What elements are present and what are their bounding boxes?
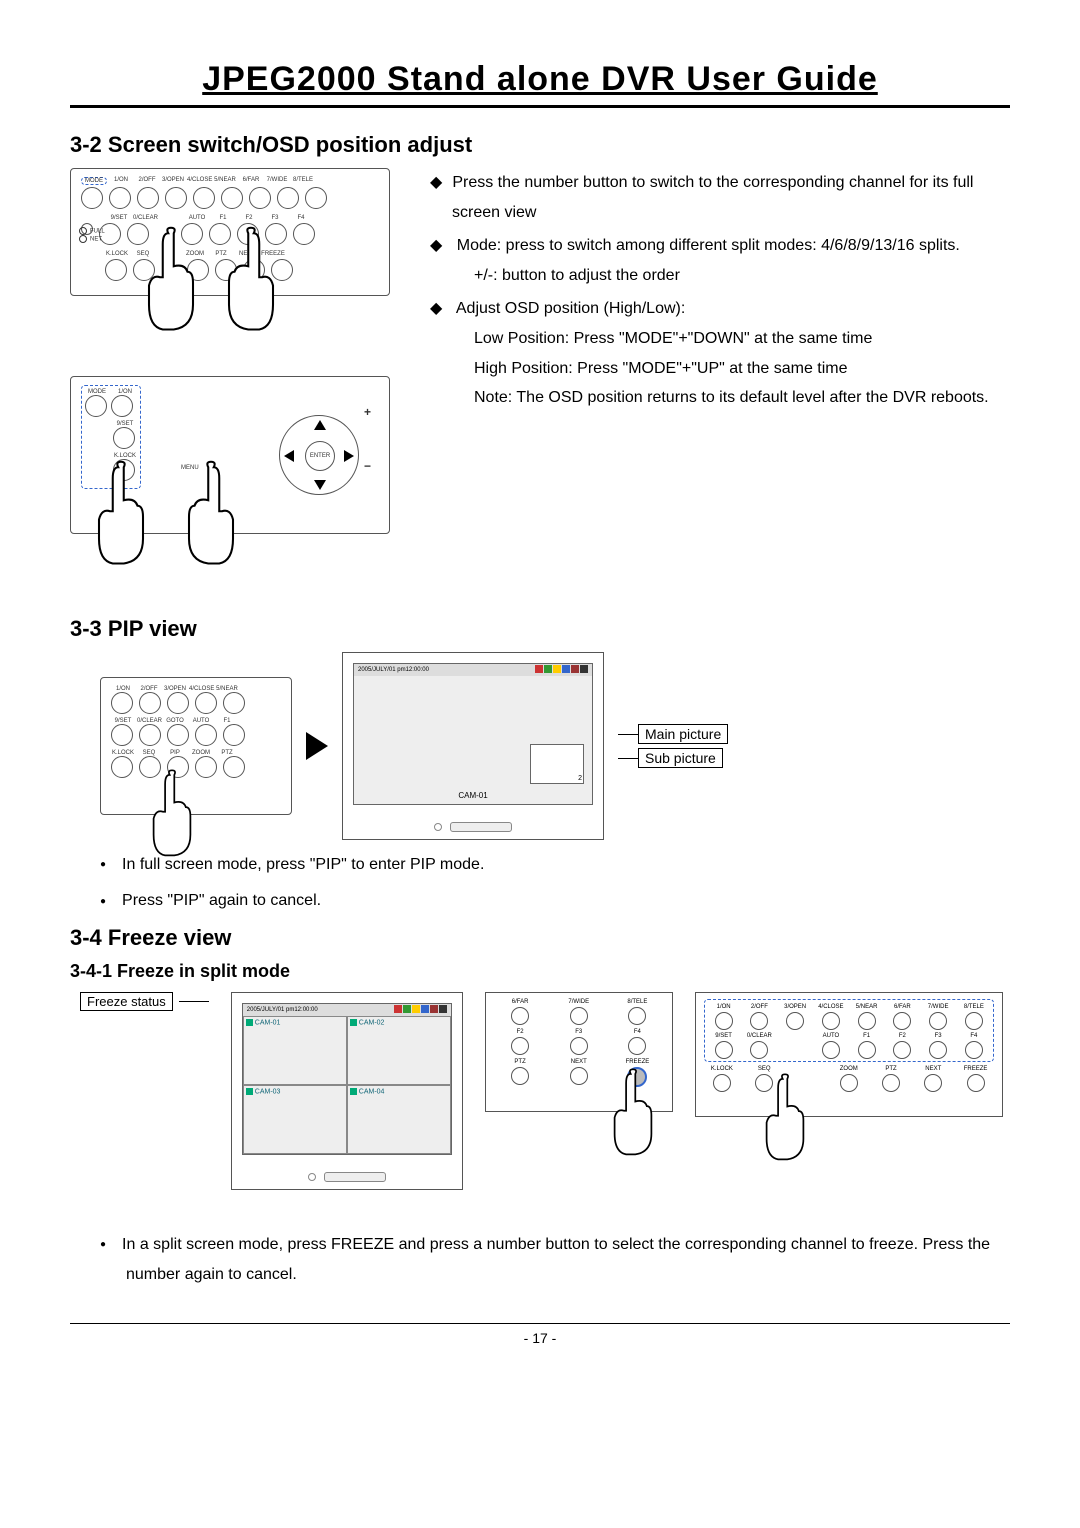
- arrow-right-icon: [344, 450, 354, 462]
- hand-pointer-icon: [149, 768, 195, 858]
- bullet-item: Press "PIP" again to cancel.: [100, 886, 1010, 916]
- enter-button: ENTER: [305, 441, 335, 471]
- main-picture-callout: Main picture: [638, 724, 728, 744]
- arrow-down-icon: [314, 480, 326, 490]
- bullet-item: In a split screen mode, press FREEZE and…: [100, 1230, 1010, 1291]
- status-icons: [534, 665, 588, 675]
- hand-pointer-icon: [181, 459, 241, 569]
- plus-minus-note: +/-: button to adjust the order: [452, 261, 1010, 291]
- section-3-2-heading: 3-2 Screen switch/OSD position adjust: [70, 132, 1010, 158]
- sub-picture-callout: Sub picture: [638, 748, 723, 768]
- section-3-4-bullets: In a split screen mode, press FREEZE and…: [70, 1230, 1010, 1291]
- camera-label: CAM-01: [458, 791, 487, 800]
- bullet-item: In full screen mode, press "PIP" to ente…: [100, 850, 1010, 880]
- footer-rule: [70, 1323, 1010, 1324]
- hand-pointer-icon: [141, 225, 201, 335]
- bullet-item: Adjust OSD position (High/Low): Low Posi…: [430, 294, 1010, 412]
- remote-panel-freeze-a: 6/FAR 7/WIDE 8/TELE F2 F3 F4 PTZ NEXT FR…: [485, 992, 673, 1112]
- remote-panel-top: MODE 1/ON 2/OFF 3/OPEN 4/CLOSE 5/NEAR 6/…: [70, 168, 390, 296]
- arrow-right-icon: [306, 732, 328, 760]
- hand-pointer-icon: [610, 1067, 656, 1157]
- arrow-up-icon: [314, 420, 326, 430]
- bullet-item: Press the number button to switch to the…: [430, 168, 1010, 227]
- quad-cell: CAM-04: [347, 1085, 451, 1154]
- sub-picture-box: 2: [530, 744, 584, 784]
- quad-cell: CAM-01: [243, 1016, 347, 1085]
- section-3-4-1-heading: 3-4-1 Freeze in split mode: [70, 961, 1010, 982]
- status-icons: [393, 1005, 447, 1015]
- remote-panel-pip: 1/ON 2/OFF 3/OPEN 4/CLOSE 5/NEAR 9/SET 0…: [100, 677, 292, 815]
- figure-3-3-pip: 1/ON 2/OFF 3/OPEN 4/CLOSE 5/NEAR 9/SET 0…: [100, 652, 1010, 840]
- figure-3-2-remote-panels: MODE 1/ON 2/OFF 3/OPEN 4/CLOSE 5/NEAR 6/…: [70, 168, 390, 548]
- mode-button-highlight: MODE: [81, 177, 107, 185]
- arrow-left-icon: [284, 450, 294, 462]
- timestamp-label: 2005/JULY/01 pm12:00:00: [247, 1007, 318, 1013]
- section-3-2-bullets: Press the number button to switch to the…: [430, 168, 1010, 413]
- quad-cell: CAM-03: [243, 1085, 347, 1154]
- dpad-control: ENTER: [279, 415, 359, 495]
- monitor-freeze: 2005/JULY/01 pm12:00:00 CAM-01 CAM-02 CA…: [231, 992, 463, 1190]
- plus-minus-icon: +−: [364, 405, 371, 473]
- page-number: - 17 -: [70, 1330, 1010, 1346]
- hand-pointer-icon: [221, 225, 281, 335]
- document-title: JPEG2000 Stand alone DVR User Guide: [70, 60, 1010, 108]
- section-3-4-heading: 3-4 Freeze view: [70, 925, 1010, 951]
- remote-panel-bottom: MODE 1/ON 9/SET K.LOCK MENU: [70, 376, 390, 534]
- hand-pointer-icon: [91, 459, 151, 569]
- monitor-pip: 2005/JULY/01 pm12:00:00 2 CAM-01: [342, 652, 604, 840]
- remote-panel-freeze-b: 1/ON 2/OFF 3/OPEN 4/CLOSE 5/NEAR 6/FAR 7…: [695, 992, 1003, 1117]
- hand-pointer-icon: [762, 1072, 808, 1162]
- timestamp-label: 2005/JULY/01 pm12:00:00: [358, 667, 429, 673]
- quad-cell: CAM-02: [347, 1016, 451, 1085]
- figure-3-4-freeze: Freeze status 2005/JULY/01 pm12:00:00 CA…: [80, 992, 1010, 1190]
- section-3-3-heading: 3-3 PIP view: [70, 616, 1010, 642]
- bullet-item: Mode: press to switch among different sp…: [430, 231, 1010, 290]
- freeze-status-callout: Freeze status: [80, 992, 173, 1011]
- section-3-3-bullets: In full screen mode, press "PIP" to ente…: [70, 850, 1010, 917]
